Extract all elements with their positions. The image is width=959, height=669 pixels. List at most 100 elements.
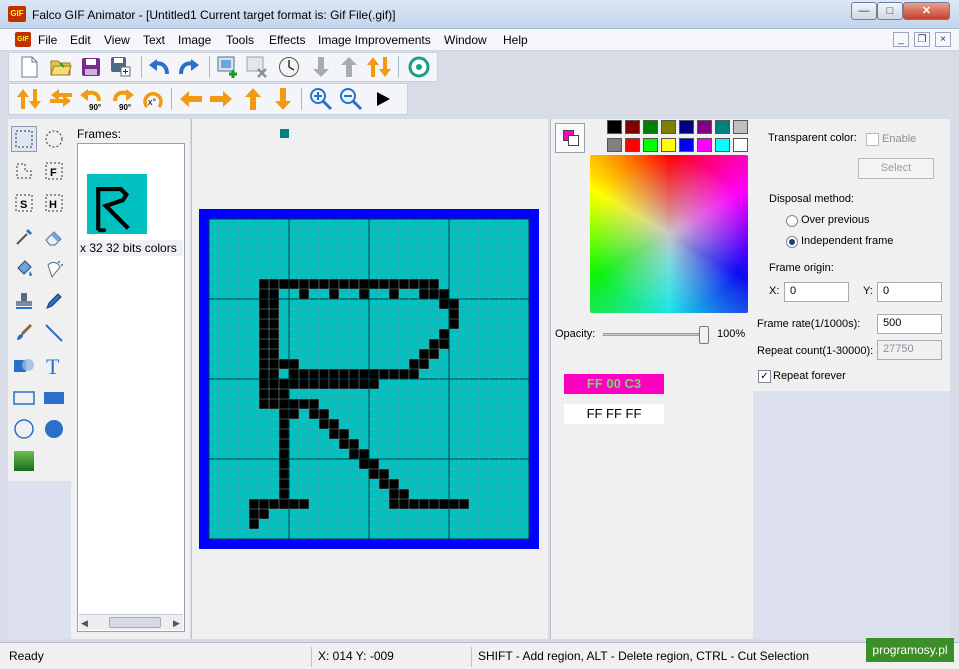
independent-frame-radio[interactable] bbox=[786, 236, 798, 248]
menu-file[interactable]: File bbox=[38, 33, 57, 47]
palette-swatch[interactable] bbox=[607, 120, 622, 134]
frames-scrollbar[interactable]: ◀ ▶ bbox=[79, 614, 183, 630]
menu-edit[interactable]: Edit bbox=[70, 33, 91, 47]
palette-swatch[interactable] bbox=[625, 138, 640, 152]
menu-window[interactable]: Window bbox=[444, 33, 487, 47]
pixel-canvas[interactable] bbox=[199, 209, 539, 549]
repeat-forever-checkbox[interactable]: ✓ bbox=[758, 370, 771, 383]
line-icon[interactable] bbox=[41, 320, 67, 346]
gradient-shape-icon[interactable] bbox=[11, 352, 37, 378]
minimize-button[interactable]: — bbox=[851, 2, 877, 20]
mdi-close-button[interactable]: × bbox=[935, 32, 951, 47]
play-icon[interactable] bbox=[371, 87, 395, 111]
brush-icon[interactable] bbox=[11, 320, 37, 346]
rotate-custom-icon[interactable]: x° bbox=[141, 87, 165, 111]
pipette-icon[interactable] bbox=[11, 224, 37, 250]
ellipse-icon[interactable] bbox=[11, 416, 37, 442]
menu-effects[interactable]: Effects bbox=[269, 33, 305, 47]
rotate-90-ccw-icon[interactable]: 90° bbox=[79, 87, 103, 111]
delete-frame-icon[interactable] bbox=[245, 55, 269, 79]
mdi-minimize-button[interactable]: _ bbox=[893, 32, 909, 47]
frame-origin-x-input[interactable]: 0 bbox=[784, 282, 849, 302]
frame-thumbnail[interactable] bbox=[87, 174, 147, 234]
move-frame-down-icon[interactable] bbox=[309, 55, 333, 79]
eraser-icon[interactable] bbox=[41, 224, 67, 250]
enable-checkbox[interactable] bbox=[866, 133, 879, 146]
frame-origin-y-input[interactable]: 0 bbox=[877, 282, 942, 302]
fill-icon[interactable] bbox=[11, 256, 37, 282]
color-picker-field[interactable] bbox=[590, 155, 748, 313]
palette-swatch[interactable] bbox=[733, 120, 748, 134]
frames-list[interactable]: x 32 32 bits colors ◀ ▶ bbox=[77, 143, 185, 632]
magic-select-h-icon[interactable]: H bbox=[41, 190, 67, 216]
palette-swatch[interactable] bbox=[715, 120, 730, 134]
menu-tools[interactable]: Tools bbox=[226, 33, 254, 47]
lasso-select-icon[interactable] bbox=[11, 158, 37, 184]
zoom-out-icon[interactable] bbox=[339, 87, 363, 111]
palette-swatch[interactable] bbox=[607, 138, 622, 152]
menu-view[interactable]: View bbox=[104, 33, 130, 47]
add-frame-icon[interactable] bbox=[216, 55, 240, 79]
scroll-right-icon[interactable]: ▶ bbox=[173, 618, 180, 629]
flip-horizontal-icon[interactable] bbox=[49, 87, 73, 111]
filled-ellipse-icon[interactable] bbox=[41, 416, 67, 442]
repeat-count-input[interactable]: 27750 bbox=[877, 340, 942, 360]
save-as-icon[interactable] bbox=[109, 55, 133, 79]
magic-select-s-icon[interactable]: S bbox=[11, 190, 37, 216]
redo-icon[interactable] bbox=[177, 55, 201, 79]
palette-swatch[interactable] bbox=[661, 120, 676, 134]
opacity-slider[interactable] bbox=[603, 326, 709, 344]
palette-swatch[interactable] bbox=[733, 138, 748, 152]
menu-image-improvements[interactable]: Image Improvements bbox=[318, 33, 431, 47]
swap-colors-button[interactable] bbox=[555, 123, 585, 153]
move-left-icon[interactable] bbox=[179, 87, 203, 111]
rectangle-icon[interactable] bbox=[11, 385, 37, 411]
zoom-in-icon[interactable] bbox=[309, 87, 333, 111]
opacity-slider-thumb[interactable] bbox=[699, 326, 709, 344]
palette-swatch[interactable] bbox=[643, 120, 658, 134]
palette-swatch[interactable] bbox=[715, 138, 730, 152]
palette-swatch[interactable] bbox=[625, 120, 640, 134]
menu-image[interactable]: Image bbox=[178, 33, 211, 47]
color-gradient-icon[interactable] bbox=[11, 448, 37, 474]
rect-select-icon[interactable] bbox=[11, 126, 37, 152]
stamp-icon[interactable] bbox=[11, 288, 37, 314]
swap-frames-icon[interactable] bbox=[367, 55, 391, 79]
move-up-icon[interactable] bbox=[241, 87, 265, 111]
frame-rate-input[interactable]: 500 bbox=[877, 314, 942, 334]
pen-icon[interactable] bbox=[41, 288, 67, 314]
frame-timing-icon[interactable] bbox=[277, 55, 301, 79]
mdi-restore-button[interactable]: ❐ bbox=[914, 32, 930, 47]
save-icon[interactable] bbox=[79, 55, 103, 79]
move-right-icon[interactable] bbox=[209, 87, 233, 111]
ellipse-select-icon[interactable] bbox=[41, 126, 67, 152]
flip-vertical-icon[interactable] bbox=[17, 87, 41, 111]
palette-swatch[interactable] bbox=[679, 120, 694, 134]
new-file-icon[interactable] bbox=[17, 55, 41, 79]
move-frame-up-icon[interactable] bbox=[337, 55, 361, 79]
filled-rectangle-icon[interactable] bbox=[41, 385, 67, 411]
scroll-thumb[interactable] bbox=[109, 617, 161, 628]
text-tool-icon[interactable]: T bbox=[41, 352, 67, 378]
canvas-area[interactable] bbox=[191, 119, 548, 639]
select-button[interactable]: Select bbox=[858, 158, 934, 179]
scroll-left-icon[interactable]: ◀ bbox=[81, 618, 88, 629]
over-previous-radio[interactable] bbox=[786, 215, 798, 227]
open-folder-icon[interactable] bbox=[49, 55, 73, 79]
palette-swatch[interactable] bbox=[697, 138, 712, 152]
magic-select-f-icon[interactable]: F bbox=[41, 158, 67, 184]
palette-swatch[interactable] bbox=[679, 138, 694, 152]
menu-help[interactable]: Help bbox=[503, 33, 528, 47]
rotate-90-cw-icon[interactable]: 90° bbox=[111, 87, 135, 111]
spray-icon[interactable] bbox=[41, 256, 67, 282]
maximize-button[interactable]: □ bbox=[877, 2, 903, 20]
undo-icon[interactable] bbox=[147, 55, 171, 79]
palette-swatch[interactable] bbox=[643, 138, 658, 152]
preview-icon[interactable] bbox=[407, 55, 431, 79]
menu-text[interactable]: Text bbox=[143, 33, 165, 47]
close-button[interactable]: ✕ bbox=[903, 2, 950, 20]
palette-swatch[interactable] bbox=[697, 120, 712, 134]
document-icon[interactable]: GIF bbox=[15, 32, 31, 47]
palette-swatch[interactable] bbox=[661, 138, 676, 152]
move-down-icon[interactable] bbox=[271, 87, 295, 111]
